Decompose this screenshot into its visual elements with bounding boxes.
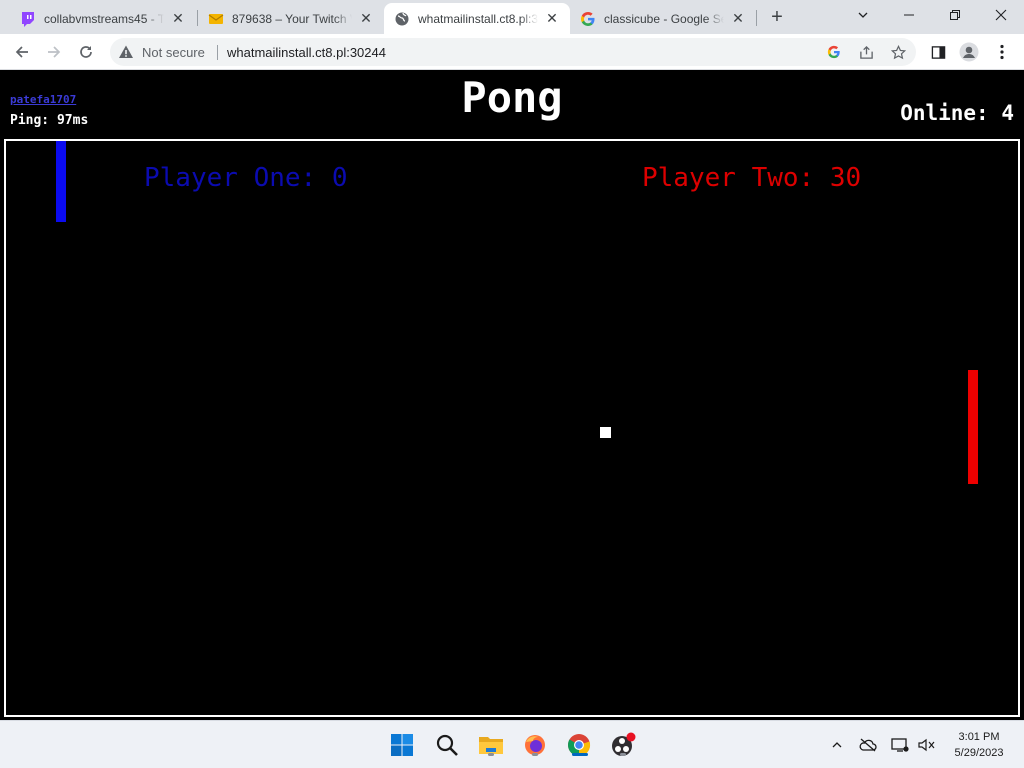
player-one-paddle [56, 141, 66, 222]
back-button[interactable] [8, 38, 36, 66]
minimize-button[interactable] [886, 0, 932, 30]
tab-title: collabvmstreams45 - Twitch [44, 11, 164, 26]
address-bar[interactable]: Not secure whatmailinstall.ct8.pl:30244 [110, 38, 916, 66]
reload-icon [80, 46, 92, 58]
google-lens-icon[interactable] [826, 44, 842, 60]
running-indicator [620, 753, 626, 756]
globe-icon [395, 12, 409, 25]
tab-mail[interactable]: 879638 – Your Twitch Verification Code ✕ [198, 3, 384, 34]
start-button[interactable] [386, 729, 418, 761]
security-label[interactable]: Not secure [142, 45, 205, 60]
twitch-icon [22, 11, 34, 27]
pong-page: patefa1707 Ping: 97ms Pong Online: 4 Pla… [0, 71, 1024, 720]
close-tab-icon[interactable]: ✕ [170, 10, 186, 27]
taskbar-search-button[interactable] [431, 729, 463, 761]
player-two-paddle [968, 370, 978, 484]
arrow-right-icon [48, 46, 61, 58]
tab-title: classicube - Google Search [604, 11, 724, 26]
tab-divider [756, 10, 757, 26]
tab-pong[interactable]: whatmailinstall.ct8.pl:30244 ✕ [384, 3, 570, 34]
profile-avatar-icon[interactable] [959, 42, 979, 62]
network-tray[interactable] [890, 735, 910, 755]
tab-google[interactable]: classicube - Google Search ✕ [570, 3, 756, 34]
tab-title: whatmailinstall.ct8.pl:30244 [418, 11, 538, 26]
chevron-up-icon [832, 742, 842, 748]
clock-date: 5/29/2023 [954, 747, 1004, 759]
search-icon [436, 734, 458, 756]
tab-strip: collabvmstreams45 - Twitch ✕ 879638 – Yo… [0, 0, 1024, 34]
forward-button[interactable] [40, 38, 68, 66]
close-tab-icon[interactable]: ✕ [358, 10, 374, 27]
ball [600, 427, 611, 438]
taskbar-obs[interactable] [607, 729, 639, 761]
reload-button[interactable] [72, 38, 100, 66]
windows-taskbar: 3:01 PM 5/29/2023 [0, 720, 1024, 768]
volume-muted-icon [918, 738, 935, 752]
restore-button[interactable] [932, 0, 978, 30]
mail-icon [208, 13, 224, 24]
arrow-left-icon [15, 46, 28, 58]
tab-title: 879638 – Your Twitch Verification Code [232, 11, 352, 26]
clock-time: 3:01 PM [958, 731, 1000, 743]
omnibox-divider [217, 45, 218, 60]
network-icon [891, 738, 909, 752]
warning-icon[interactable] [118, 44, 134, 60]
share-icon[interactable] [858, 44, 874, 60]
taskbar-chrome[interactable] [563, 729, 595, 761]
active-indicator [572, 753, 588, 756]
close-tab-icon[interactable]: ✕ [544, 10, 560, 27]
onedrive-tray[interactable] [858, 735, 878, 755]
system-clock[interactable]: 3:01 PM 5/29/2023 [944, 729, 1014, 761]
page-title: Pong [461, 73, 563, 122]
running-indicator [488, 753, 494, 756]
new-tab-button[interactable]: + [766, 6, 788, 28]
player-one-score: Player One: 0 [144, 163, 348, 193]
google-icon [581, 11, 595, 26]
tab-twitch[interactable]: collabvmstreams45 - Twitch ✕ [10, 3, 196, 34]
cloud-offline-icon [859, 738, 877, 752]
close-window-button[interactable] [978, 0, 1024, 30]
plus-icon: + [771, 5, 783, 28]
game-court[interactable]: Player One: 0 Player Two: 30 [4, 139, 1020, 717]
side-panel-icon[interactable] [928, 42, 948, 62]
windows-start-icon [391, 734, 413, 756]
chevron-down-icon [858, 12, 868, 18]
minimize-icon [904, 14, 914, 16]
taskbar-firefox[interactable] [519, 729, 551, 761]
player-two-score: Player Two: 30 [642, 163, 862, 193]
taskbar-file-explorer[interactable] [475, 729, 507, 761]
browser-toolbar: Not secure whatmailinstall.ct8.pl:30244 [0, 34, 1024, 70]
tab-search-button[interactable] [840, 0, 886, 30]
more-menu-icon[interactable] [992, 42, 1012, 62]
online-count: Online: 4 [900, 101, 1014, 125]
show-hidden-icons-button[interactable] [827, 735, 847, 755]
restore-icon [950, 10, 960, 20]
running-indicator [532, 753, 538, 756]
bookmark-star-icon[interactable] [890, 44, 906, 60]
url-text[interactable]: whatmailinstall.ct8.pl:30244 [227, 45, 386, 60]
close-icon [995, 9, 1007, 21]
close-tab-icon[interactable]: ✕ [730, 10, 746, 27]
volume-tray[interactable] [916, 735, 936, 755]
